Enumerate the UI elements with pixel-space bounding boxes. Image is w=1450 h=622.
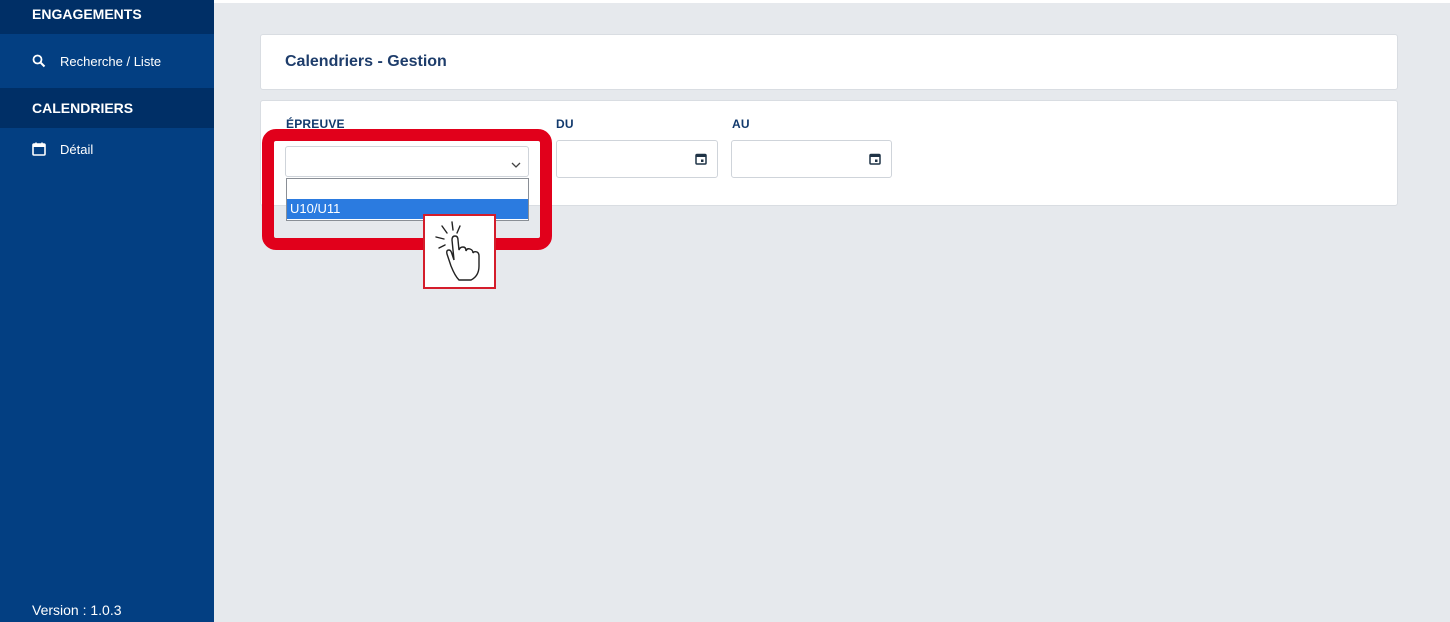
page-title: Calendriers - Gestion [285,53,447,70]
header-card: Calendriers - Gestion [260,34,1398,90]
top-border [214,0,1450,3]
sidebar-section-engagements: ENGAGEMENTS [0,0,214,34]
calendar-icon[interactable] [695,153,707,165]
sidebar-item-detail[interactable]: Détail [0,128,214,170]
calendar-icon [32,142,46,156]
au-date-input[interactable] [731,140,892,178]
calendar-icon[interactable] [869,153,881,165]
chevron-down-icon [511,162,521,168]
epreuve-label: ÉPREUVE [286,117,345,131]
du-date-input[interactable] [556,140,718,178]
sidebar-item-recherche-liste[interactable]: Recherche / Liste [0,34,214,88]
sidebar: ENGAGEMENTS Recherche / Liste CALENDRIER… [0,0,214,622]
epreuve-select[interactable] [285,146,529,177]
sidebar-section-calendriers: CALENDRIERS [0,88,214,128]
sidebar-item-label: Détail [60,141,94,157]
search-icon [32,54,46,68]
sidebar-item-label: Recherche / Liste [60,53,162,69]
dropdown-option-empty[interactable] [287,179,528,199]
click-cursor-callout [423,214,496,289]
au-label: AU [732,117,750,131]
hand-pointer-icon [435,221,480,281]
version-label: Version : 1.0.3 [32,602,122,618]
du-label: DU [556,117,574,131]
